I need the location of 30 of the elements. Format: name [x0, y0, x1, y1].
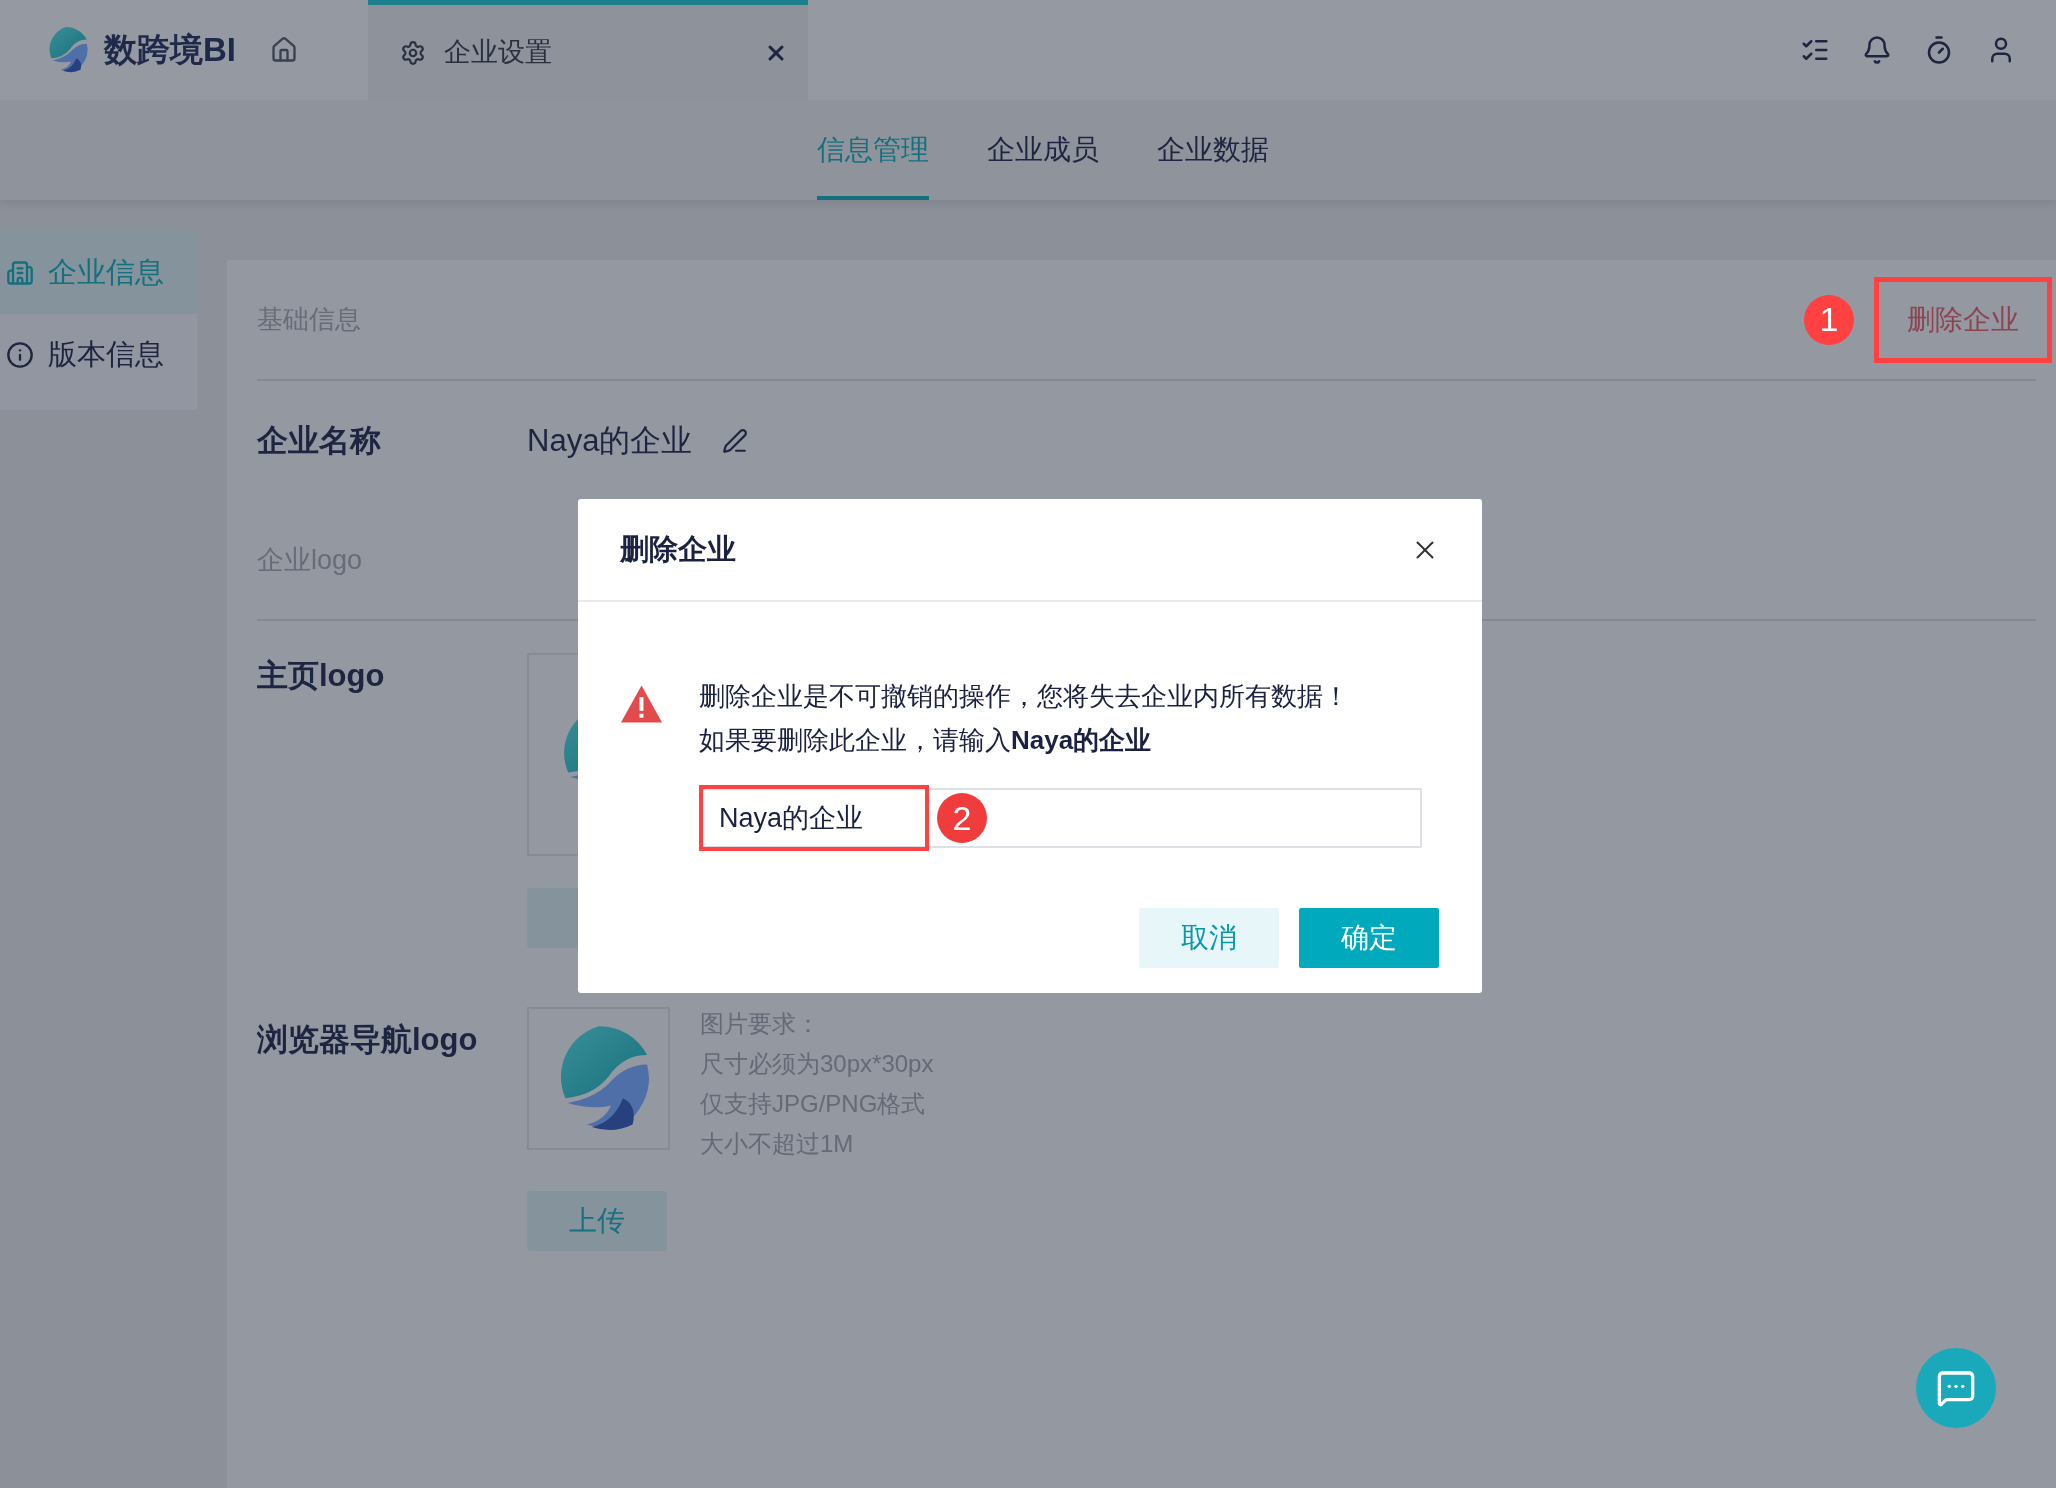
warning-message: 删除企业是不可撤销的操作，您将失去企业内所有数据！ [699, 680, 1350, 713]
building-icon [6, 259, 34, 287]
delete-company-button[interactable]: 删除企业 [1874, 276, 2052, 363]
confirm-name-field[interactable]: Naya的企业 2 [699, 788, 1422, 848]
edit-icon[interactable] [722, 428, 749, 454]
step-marker: 2 [937, 793, 987, 843]
sidebar-item[interactable]: 企业信息 [0, 232, 197, 314]
field-label: 主页logo [257, 657, 386, 695]
field-label: 企业名称 [257, 421, 382, 460]
page-tab[interactable]: 企业设置 [368, 0, 808, 100]
field-label: 浏览器导航logo [257, 1021, 479, 1059]
confirm-button[interactable]: 确定 [1299, 908, 1439, 968]
logo-text: 数跨境BI [104, 30, 236, 71]
warning-message: 如果要删除此企业，请输入Naya的企业 [699, 724, 1153, 757]
chat-icon [1936, 1368, 1976, 1408]
settings-icon [400, 39, 426, 66]
bell-icon[interactable] [1862, 35, 1892, 65]
warning-icon [620, 684, 663, 724]
dialog-title: 删除企业 [620, 531, 737, 567]
company-name: Naya的企业 [527, 421, 693, 460]
nav-tab[interactable]: 企业成员 [987, 100, 1099, 200]
info-icon [6, 341, 34, 369]
cancel-button[interactable]: 取消 [1139, 908, 1279, 968]
step-marker: 1 [1804, 294, 1854, 345]
home-icon[interactable] [270, 36, 298, 64]
upload-button[interactable]: 上传 [527, 1191, 667, 1251]
nav-tab[interactable]: 企业数据 [1157, 100, 1269, 200]
nav-tab[interactable]: 信息管理 [817, 100, 929, 200]
sidebar-item[interactable]: 版本信息 [0, 314, 197, 396]
highlighted-value: Naya的企业 [699, 785, 929, 851]
